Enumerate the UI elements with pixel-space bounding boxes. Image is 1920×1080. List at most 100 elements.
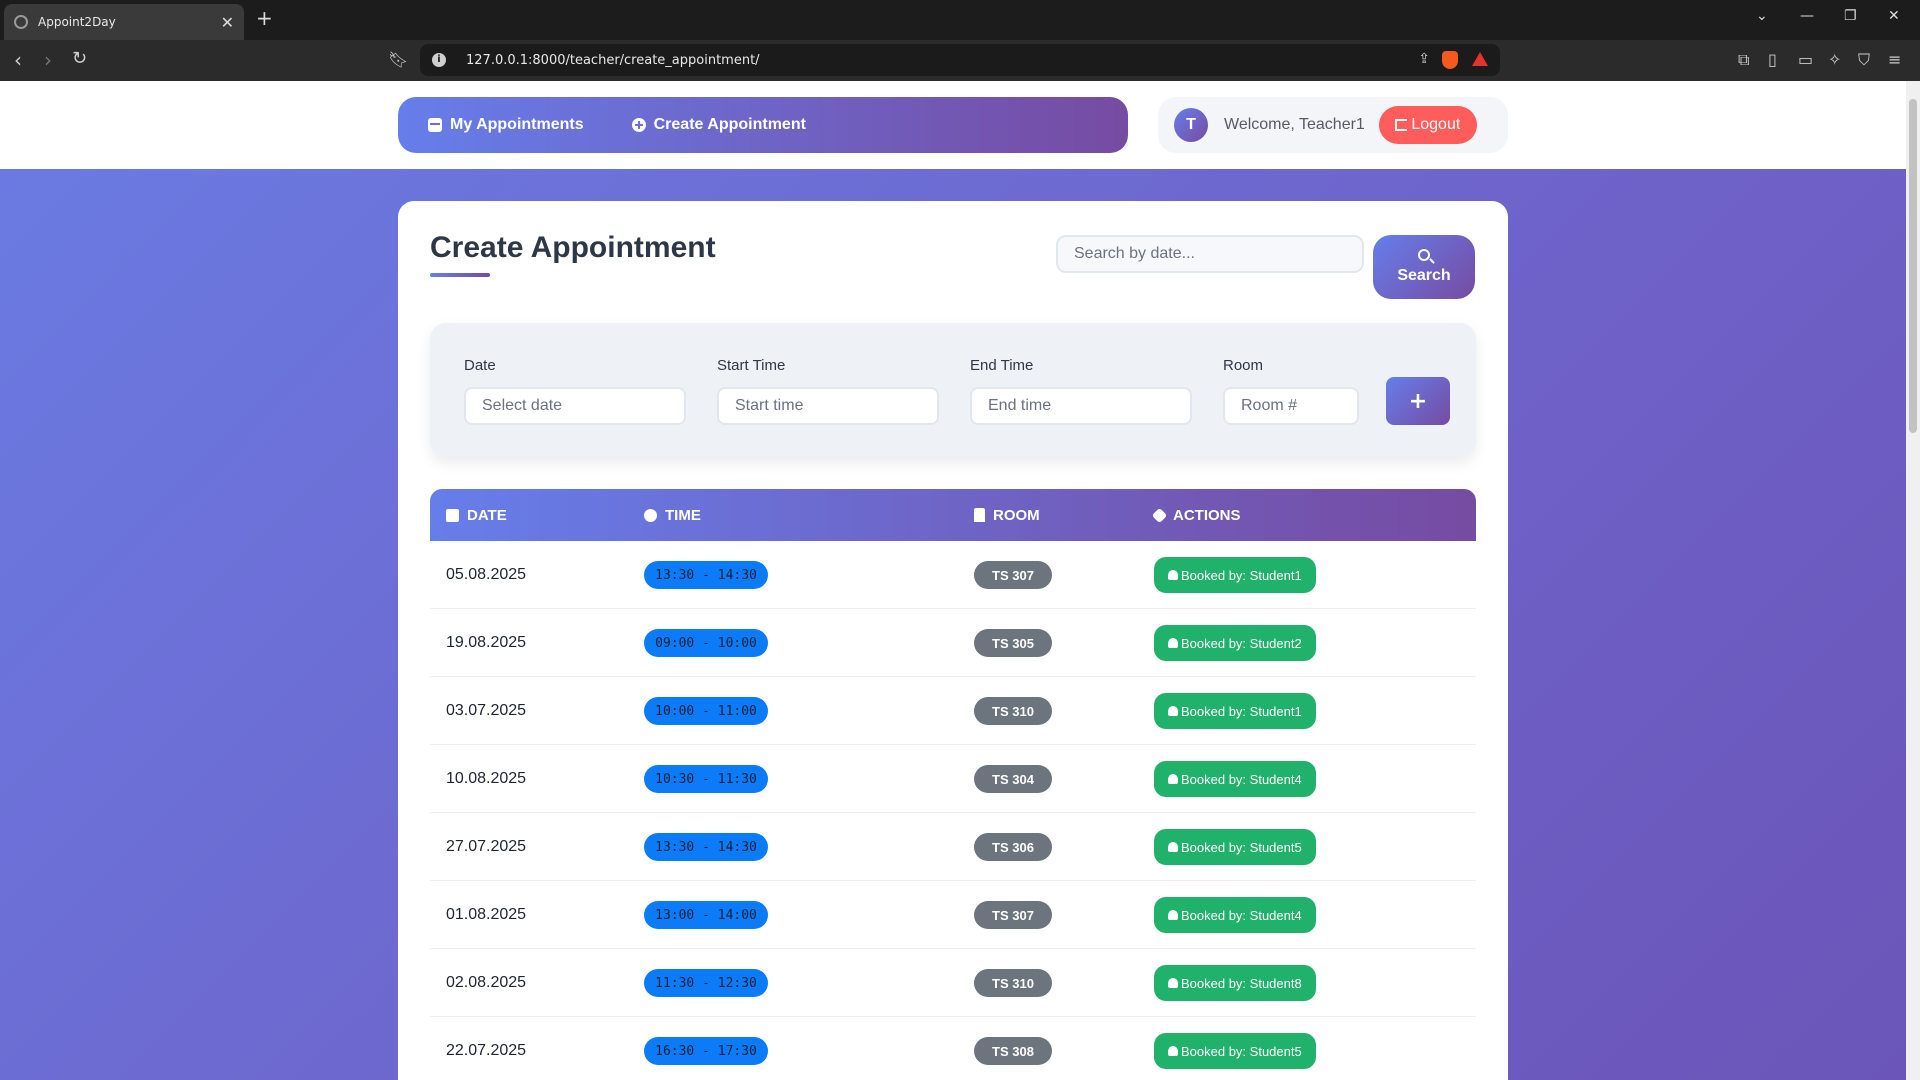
title-underline (430, 273, 490, 277)
nav-my-appointments-label: My Appointments (450, 116, 584, 133)
user-check-icon (1168, 706, 1178, 716)
room-badge: TS 308 (974, 1037, 1052, 1065)
date-field[interactable] (464, 387, 686, 425)
menu-icon[interactable]: ≡ (1888, 50, 1901, 69)
forward-icon[interactable]: › (44, 48, 52, 72)
booked-label: Booked by: Student8 (1181, 975, 1302, 991)
table-row: 19.08.2025 09:00 - 10:00 TS 305 Booked b… (430, 609, 1476, 677)
room-badge: TS 304 (974, 765, 1052, 793)
row-date: 05.08.2025 (446, 566, 527, 583)
end-time-field[interactable] (970, 387, 1192, 425)
room-badge: TS 310 (974, 969, 1052, 997)
table-row: 03.07.2025 10:00 - 11:00 TS 310 Booked b… (430, 677, 1476, 745)
row-date: 01.08.2025 (446, 906, 527, 923)
logout-button[interactable]: Logout (1378, 106, 1477, 144)
row-date: 19.08.2025 (446, 634, 527, 651)
table-row: 22.07.2025 16:30 - 17:30 TS 308 Booked b… (430, 1017, 1476, 1080)
user-check-icon (1168, 842, 1178, 852)
booked-label: Booked by: Student1 (1181, 567, 1302, 583)
start-time-field[interactable] (717, 387, 939, 425)
row-date: 22.07.2025 (446, 1042, 527, 1059)
reload-icon[interactable]: ↻ (72, 48, 87, 69)
booked-badge: Booked by: Student2 (1154, 625, 1316, 661)
wallet-icon[interactable]: ▭ (1798, 50, 1813, 69)
restore-icon[interactable]: ❐ (1844, 8, 1857, 24)
booked-badge: Booked by: Student1 (1154, 557, 1316, 593)
row-date: 02.08.2025 (446, 974, 527, 991)
time-badge: 09:00 - 10:00 (644, 629, 768, 657)
sidebar-icon[interactable]: ▯ (1768, 50, 1777, 69)
booked-badge: Booked by: Student8 (1154, 965, 1316, 1001)
close-window-icon[interactable]: ✕ (1888, 8, 1900, 24)
main-nav: My Appointments Create Appointment (398, 97, 1128, 153)
new-tab-icon[interactable]: + (256, 6, 273, 30)
back-icon[interactable]: ‹ (14, 48, 22, 72)
booked-label: Booked by: Student4 (1181, 771, 1302, 787)
nav-create-appointment[interactable]: Create Appointment (631, 116, 806, 134)
table-row: 05.08.2025 13:30 - 14:30 TS 307 Booked b… (430, 541, 1476, 609)
booked-label: Booked by: Student5 (1181, 1043, 1302, 1059)
nav-my-appointments[interactable]: My Appointments (428, 116, 584, 134)
welcome-text: Welcome, Teacher1 (1224, 116, 1365, 133)
add-appointment-button[interactable]: + (1386, 377, 1450, 425)
logout-label: Logout (1411, 116, 1461, 133)
booked-label: Booked by: Student2 (1181, 635, 1302, 651)
room-label: Room (1223, 357, 1264, 374)
booked-badge: Booked by: Student4 (1154, 761, 1316, 797)
clock-icon (644, 508, 657, 522)
minimize-icon[interactable]: — (1800, 8, 1814, 24)
globe-icon (14, 15, 28, 29)
table-row: 02.08.2025 11:30 - 12:30 TS 310 Booked b… (430, 949, 1476, 1017)
search-icon (1418, 249, 1430, 261)
page-scrollbar[interactable] (1906, 81, 1920, 1080)
brave-shield-icon[interactable] (1442, 51, 1458, 69)
site-header: My Appointments Create Appointment T Wel… (0, 81, 1906, 169)
avatar: T (1174, 108, 1208, 142)
room-badge: TS 307 (974, 901, 1052, 929)
booked-label: Booked by: Student5 (1181, 839, 1302, 855)
gears-icon (1151, 507, 1168, 523)
time-badge: 13:30 - 14:30 (644, 561, 768, 589)
site-info-icon[interactable]: i (432, 53, 446, 67)
url-text: 127.0.0.1:8000/teacher/create_appointmen… (466, 52, 760, 68)
vpn-icon[interactable]: ⛉ (1858, 50, 1870, 70)
page-title: Create Appointment (430, 231, 716, 264)
time-badge: 16:30 - 17:30 (644, 1037, 768, 1065)
address-bar[interactable]: i 127.0.0.1:8000/teacher/create_appointm… (420, 44, 1500, 76)
door-icon (974, 508, 985, 522)
room-badge: TS 310 (974, 697, 1052, 725)
tab-list-chevron-icon[interactable]: ⌄ (1756, 8, 1768, 24)
sign-out-icon (1395, 119, 1408, 131)
bookmark-icon[interactable]: 🔖︎ (388, 50, 408, 69)
brave-rewards-icon[interactable] (1472, 52, 1488, 66)
booked-badge: Booked by: Student4 (1154, 897, 1316, 933)
scrollbar-thumb[interactable] (1909, 99, 1917, 433)
extensions-icon[interactable]: ⧉ (1738, 50, 1749, 70)
date-label: Date (464, 357, 496, 374)
share-icon[interactable]: ⇪ (1418, 51, 1430, 67)
calendar-check-icon (428, 118, 442, 132)
header-room: Room (974, 489, 1040, 541)
leo-ai-icon[interactable]: ✧ (1828, 50, 1841, 69)
room-badge: TS 305 (974, 629, 1052, 657)
user-panel: T Welcome, Teacher1 Logout (1158, 97, 1508, 153)
search-button[interactable]: Search (1373, 235, 1475, 299)
browser-tab-bar: Appoint2Day ✕ + ⌄ — ❐ ✕ (0, 0, 1920, 40)
close-tab-icon[interactable]: ✕ (221, 13, 234, 32)
booked-badge: Booked by: Student1 (1154, 693, 1316, 729)
time-badge: 10:30 - 11:30 (644, 765, 768, 793)
room-field[interactable] (1223, 387, 1359, 425)
header-actions-label: Actions (1173, 506, 1241, 524)
time-badge: 10:00 - 11:00 (644, 697, 768, 725)
row-date: 03.07.2025 (446, 702, 527, 719)
header-actions: Actions (1151, 489, 1241, 541)
browser-tab[interactable]: Appoint2Day ✕ (4, 4, 244, 40)
user-check-icon (1168, 638, 1178, 648)
search-button-label: Search (1397, 267, 1451, 284)
calendar-icon (446, 508, 459, 522)
header-room-label: Room (993, 506, 1040, 524)
page-viewport: My Appointments Create Appointment T Wel… (0, 81, 1906, 1080)
table-row: 01.08.2025 13:00 - 14:00 TS 307 Booked b… (430, 881, 1476, 949)
search-input[interactable] (1056, 235, 1364, 273)
nav-create-appointment-label: Create Appointment (653, 116, 806, 133)
